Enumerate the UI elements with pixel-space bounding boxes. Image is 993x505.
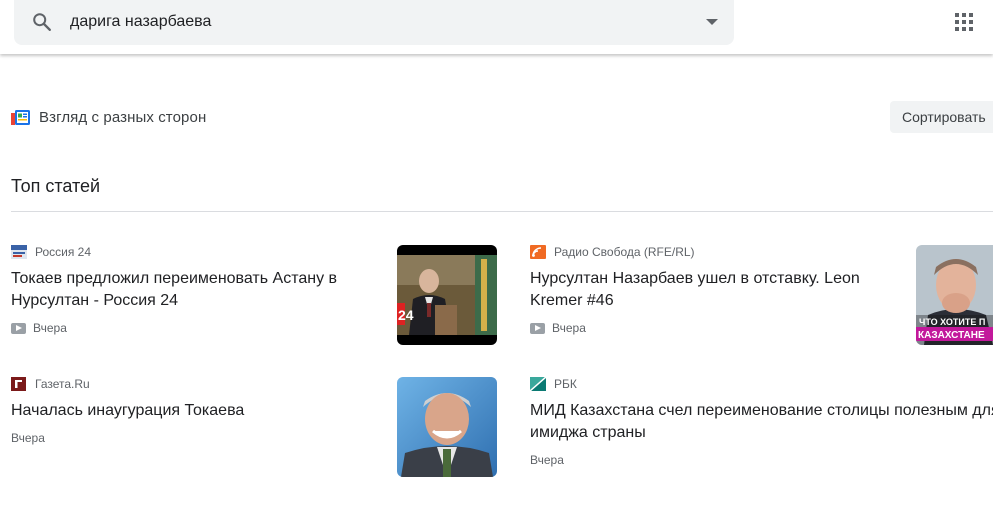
section-divider	[11, 211, 993, 212]
section-title: Топ статей	[11, 176, 101, 196]
newspaper-icon	[11, 109, 30, 125]
article-headline[interactable]: Токаев предложил переименовать Астану в …	[11, 268, 356, 312]
article-thumbnail[interactable]: 24	[397, 245, 497, 345]
article-time: Вчера	[33, 321, 67, 335]
perspectives-label: Взгляд с разных сторон	[39, 108, 207, 126]
video-icon	[530, 322, 545, 334]
caret-down-icon[interactable]	[706, 19, 718, 25]
article-headline[interactable]: Нурсултан Назарбаев ушел в отставку. Leo…	[530, 268, 875, 312]
article-time: Вчера	[530, 453, 564, 467]
thumbnail-caption-line-1: ЧТО ХОТИТЕ П	[919, 317, 985, 327]
svg-text:24: 24	[398, 307, 414, 323]
article-headline[interactable]: МИД Казахстана счел переименование столи…	[530, 400, 993, 444]
perspectives-row[interactable]: Взгляд с разных сторон	[11, 106, 206, 128]
article-meta: Вчера	[530, 453, 993, 467]
russia24-logo-icon	[11, 245, 27, 259]
search-icon[interactable]	[31, 11, 53, 33]
radio-svoboda-logo-icon	[530, 245, 546, 259]
article-headline[interactable]: Началась инаугурация Токаева	[11, 400, 356, 422]
rbc-logo-icon	[530, 377, 546, 391]
article-time: Вчера	[552, 321, 586, 335]
apps-grid-icon[interactable]	[955, 13, 973, 31]
article-thumbnail[interactable]: ЧТО ХОТИТЕ П КАЗАХСТАНЕ	[916, 245, 993, 345]
source-name[interactable]: Газета.Ru	[35, 377, 90, 391]
source-name[interactable]: РБК	[554, 377, 577, 391]
search-box[interactable]: дарига назарбаева	[14, 0, 734, 45]
search-query-text[interactable]: дарига назарбаева	[70, 13, 211, 31]
source-name[interactable]: Россия 24	[35, 245, 91, 259]
article-source: РБК	[530, 376, 993, 392]
thumbnail-caption-line-2: КАЗАХСТАНЕ	[918, 330, 985, 341]
article-thumbnail[interactable]	[397, 377, 497, 477]
article-card[interactable]: РБК МИД Казахстана счел переименование с…	[530, 376, 993, 467]
gazeta-logo-icon	[11, 377, 26, 391]
top-bar: дарига назарбаева	[0, 0, 993, 54]
video-icon	[11, 322, 26, 334]
article-time: Вчера	[11, 431, 45, 445]
source-name[interactable]: Радио Свобода (RFE/RL)	[554, 245, 695, 259]
sort-button[interactable]: Сортировать	[890, 101, 993, 133]
